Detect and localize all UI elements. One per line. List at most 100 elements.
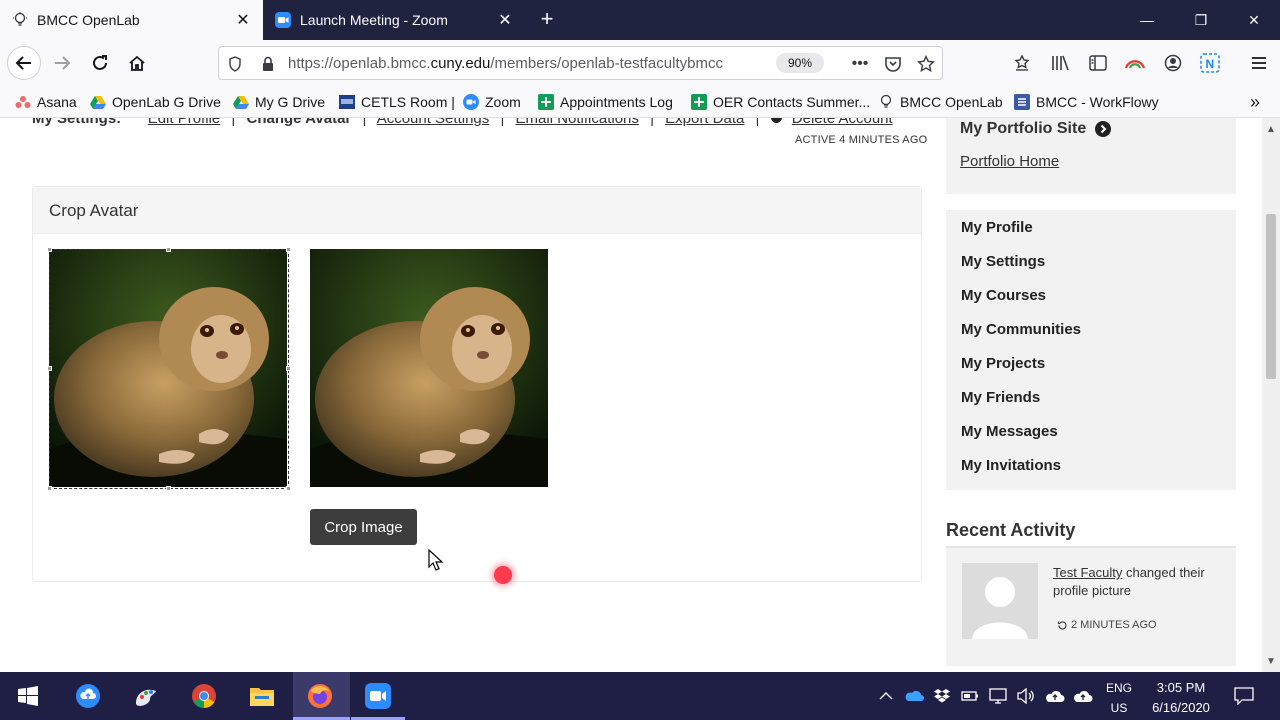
clock-time: 3:05 PM <box>1156 680 1206 695</box>
paint-app-icon[interactable] <box>130 680 162 712</box>
saved-to-pocket-icon[interactable] <box>1006 47 1038 79</box>
account-icon[interactable] <box>1157 47 1189 79</box>
onedrive-icon[interactable] <box>904 686 924 706</box>
crop-handle[interactable] <box>47 247 52 252</box>
more-actions-icon[interactable]: ••• <box>849 53 871 75</box>
delete-account-link[interactable]: Delete Account <box>792 118 893 127</box>
bookmark-bmcc-workflowy[interactable]: BMCC - WorkFlowy <box>1014 93 1159 111</box>
recording-indicator-icon <box>494 566 512 584</box>
edit-profile-link[interactable]: Edit Profile <box>148 118 221 127</box>
portfolio-title[interactable]: My Portfolio Site <box>960 120 1112 138</box>
dropbox-icon[interactable] <box>932 686 952 706</box>
activity-time-text: 2 MINUTES AGO <box>1071 619 1157 631</box>
bookmark-oer-contacts[interactable]: OER Contacts Summer... <box>691 93 870 111</box>
crop-avatar-title: Crop Avatar <box>33 187 921 234</box>
tab-label: Launch Meeting - Zoom <box>300 12 448 28</box>
close-tab-icon[interactable]: ✕ <box>233 10 253 30</box>
taskbar-clock[interactable]: 3:05 PM 6/16/2020 <box>1146 678 1216 718</box>
bookmark-cetls-room[interactable]: CETLS Room | <box>339 93 455 111</box>
crop-selection-box[interactable] <box>47 247 291 491</box>
menu-my-invitations[interactable]: My Invitations <box>961 457 1061 474</box>
file-explorer-icon[interactable] <box>246 680 278 712</box>
crop-handle[interactable] <box>47 486 52 491</box>
menu-my-projects[interactable]: My Projects <box>961 355 1045 372</box>
zoom-level-badge[interactable]: 90% <box>776 53 824 73</box>
more-bookmarks-chevron-icon[interactable]: » <box>1250 92 1260 112</box>
restore-icon[interactable]: ❐ <box>1178 6 1224 34</box>
bookmark-asana[interactable]: Asana <box>15 93 77 111</box>
menu-my-courses[interactable]: My Courses <box>961 287 1046 304</box>
bookmark-appointments-log[interactable]: Appointments Log <box>538 93 673 111</box>
portfolio-home-link[interactable]: Portfolio Home <box>960 153 1059 170</box>
tab-launch-meeting-zoom[interactable]: Launch Meeting - Zoom ✕ <box>263 0 525 40</box>
crop-handle[interactable] <box>166 486 171 491</box>
notification-center-icon[interactable] <box>1233 685 1255 707</box>
input-language-indicator[interactable]: ENG US <box>1106 678 1132 718</box>
windows-start-icon[interactable] <box>12 680 44 712</box>
hamburger-menu-icon[interactable] <box>1243 47 1275 79</box>
crop-handle[interactable] <box>286 366 291 371</box>
show-hidden-icons-chevron-icon[interactable] <box>876 686 896 706</box>
menu-my-friends[interactable]: My Friends <box>961 389 1040 406</box>
close-tab-icon[interactable]: ✕ <box>495 10 515 30</box>
chrome-icon[interactable] <box>188 680 220 712</box>
battery-icon[interactable] <box>960 686 980 706</box>
bookmark-bmcc-openlab[interactable]: BMCC OpenLab <box>878 93 1003 111</box>
activity-user-link[interactable]: Test Faculty <box>1053 565 1122 580</box>
pocket-icon[interactable] <box>882 53 904 75</box>
menu-my-messages[interactable]: My Messages <box>961 423 1058 440</box>
lightbulb-icon <box>878 94 894 110</box>
shield-icon[interactable] <box>224 53 246 75</box>
forward-icon[interactable] <box>46 47 78 79</box>
clock-date: 6/16/2020 <box>1152 700 1210 715</box>
avatar[interactable] <box>962 563 1038 639</box>
crop-handle[interactable] <box>286 486 291 491</box>
firefox-icon[interactable] <box>304 680 336 712</box>
reload-icon[interactable] <box>84 47 116 79</box>
star-bookmark-icon[interactable] <box>915 53 937 75</box>
bookmark-my-g-drive[interactable]: My G Drive <box>233 93 325 111</box>
arrow-circle-right-icon[interactable] <box>1095 121 1112 137</box>
scroll-up-icon[interactable]: ▲ <box>1266 124 1276 135</box>
minimize-icon[interactable]: — <box>1124 6 1170 34</box>
menu-my-settings[interactable]: My Settings <box>961 253 1045 270</box>
scroll-down-icon[interactable]: ▼ <box>1266 656 1276 667</box>
bookmark-zoom[interactable]: Zoom <box>463 93 521 111</box>
bookmarks-toolbar: Asana OpenLab G Drive My G Drive CETLS R… <box>0 86 1280 118</box>
menu-my-communities[interactable]: My Communities <box>961 321 1081 338</box>
account-settings-link[interactable]: Account Settings <box>377 118 490 127</box>
home-icon[interactable] <box>121 47 153 79</box>
bookmark-openlab-g-drive[interactable]: OpenLab G Drive <box>90 93 221 111</box>
sidebar-toggle-icon[interactable] <box>1082 47 1114 79</box>
back-icon[interactable] <box>7 46 41 80</box>
google-sheets-icon <box>538 94 554 110</box>
menu-my-profile[interactable]: My Profile <box>961 219 1033 236</box>
cloud-upload-app-icon[interactable] <box>72 680 104 712</box>
volume-icon[interactable] <box>1016 686 1036 706</box>
cloud-sync-icon[interactable] <box>1045 686 1065 706</box>
library-icon[interactable] <box>1044 47 1076 79</box>
settings-nav-label: My Settings: <box>32 118 122 127</box>
extension-arc-icon[interactable] <box>1119 47 1151 79</box>
lock-icon[interactable] <box>257 53 279 75</box>
page-scrollbar[interactable]: ▲ ▼ <box>1262 118 1280 672</box>
scrollbar-thumb[interactable] <box>1266 214 1276 379</box>
zoom-icon <box>463 94 479 110</box>
cloud-upload-icon[interactable] <box>1073 686 1093 706</box>
page-content: My Settings: Edit Profile | Change Avata… <box>0 118 1280 672</box>
windows-taskbar: ENG US 3:05 PM 6/16/2020 <box>0 672 1280 720</box>
email-notifications-link[interactable]: Email Notifications <box>516 118 639 127</box>
crop-image-button[interactable]: Crop Image <box>310 509 417 545</box>
zoom-app-icon[interactable] <box>362 680 394 712</box>
new-tab-icon[interactable]: + <box>536 6 558 31</box>
crop-handle[interactable] <box>286 247 291 252</box>
extension-n-icon[interactable]: N <box>1194 47 1226 79</box>
url-bar[interactable]: https://openlab.bmcc.cuny.edu/members/op… <box>218 46 943 80</box>
crop-handle[interactable] <box>166 247 171 252</box>
close-window-icon[interactable]: ✕ <box>1231 6 1277 34</box>
tab-bmcc-openlab[interactable]: BMCC OpenLab ✕ <box>0 0 263 40</box>
export-data-link[interactable]: Export Data <box>665 118 744 127</box>
change-avatar-link[interactable]: Change Avatar <box>247 118 352 127</box>
network-icon[interactable] <box>988 686 1008 706</box>
crop-handle[interactable] <box>47 366 52 371</box>
